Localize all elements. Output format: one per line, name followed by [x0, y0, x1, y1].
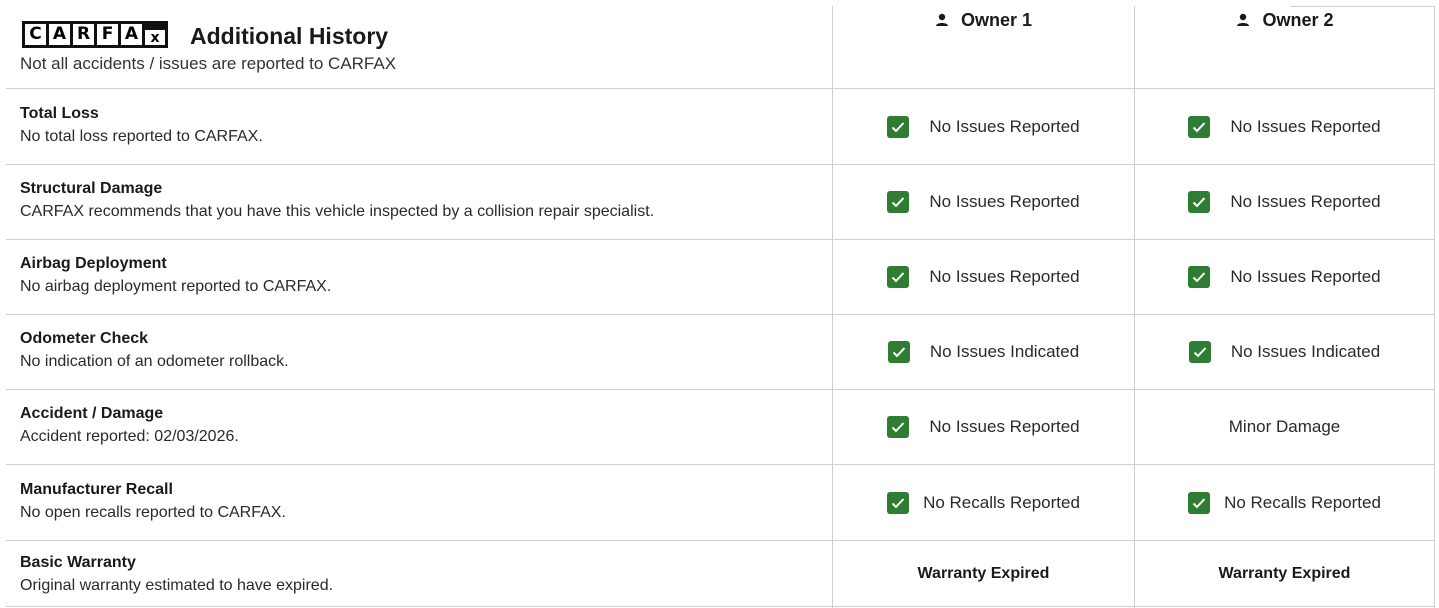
row-basic-warranty: Basic Warranty Original warranty estimat… — [20, 553, 333, 596]
status-text: No Recalls Reported — [1224, 492, 1381, 512]
page-subtitle: Not all accidents / issues are reported … — [20, 54, 397, 73]
row-title: Odometer Check — [20, 330, 149, 347]
status-cell: Warranty Expired — [1135, 541, 1434, 606]
status-text: No Issues Reported — [1230, 116, 1381, 136]
row-title: Total Loss — [20, 105, 99, 122]
row-description: No airbag deployment reported to CARFAX. — [20, 278, 332, 295]
row-manufacturer-recall: Manufacturer Recall No open recalls repo… — [20, 480, 286, 523]
status-cell: No Issues Reported — [833, 89, 1134, 164]
row-total-loss: Total Loss No total loss reported to CAR… — [20, 104, 263, 147]
logo-letter: R — [73, 24, 94, 45]
logo-letter: A — [49, 24, 70, 45]
status-cell: Minor Damage — [1135, 390, 1434, 464]
logo-letter: F — [97, 24, 118, 45]
row-description: No total loss reported to CARFAX. — [20, 128, 263, 145]
logo-letter: x — [145, 30, 165, 45]
status-text: No Issues Reported — [929, 417, 1080, 436]
status-text: No Issues Reported — [929, 267, 1080, 286]
column-divider — [1434, 6, 1435, 608]
status-cell: No Issues Reported — [833, 165, 1134, 239]
row-description: Original warranty estimated to have expi… — [20, 577, 334, 594]
status-cell: No Issues Reported — [1135, 240, 1434, 314]
logo-letter: A — [121, 24, 142, 45]
status-text: Warranty Expired — [917, 564, 1050, 582]
status-cell: No Recalls Reported — [1135, 465, 1434, 540]
status-cell: No Issues Reported — [833, 240, 1134, 314]
row-title: Manufacturer Recall — [20, 481, 173, 498]
person-icon — [1237, 13, 1250, 26]
check-icon — [887, 266, 910, 288]
check-icon — [1188, 191, 1211, 213]
owner-label: Owner 2 — [1262, 9, 1334, 30]
status-text: Minor Damage — [1228, 417, 1341, 436]
status-text: No Issues Reported — [1230, 192, 1381, 211]
check-icon — [1188, 341, 1211, 363]
brand: C A R F A x Additional History — [22, 19, 388, 50]
check-icon — [1188, 266, 1211, 288]
status-cell: Warranty Expired — [833, 541, 1134, 606]
person-icon — [935, 13, 948, 26]
row-accident-damage: Accident / Damage Accident reported: 02/… — [20, 404, 239, 447]
row-divider — [6, 606, 1434, 607]
status-cell: No Issues Indicated — [1135, 315, 1434, 389]
status-text: No Issues Reported — [1230, 267, 1381, 286]
row-title: Structural Damage — [20, 180, 163, 197]
row-title: Basic Warranty — [20, 554, 136, 571]
owner-label: Owner 1 — [960, 9, 1033, 30]
check-icon — [1188, 491, 1211, 514]
row-airbag-deployment: Airbag Deployment No airbag deployment r… — [20, 254, 331, 297]
row-description: No open recalls reported to CARFAX. — [20, 504, 286, 521]
status-text: No Issues Reported — [929, 116, 1080, 136]
row-title: Accident / Damage — [20, 405, 164, 422]
row-odometer-check: Odometer Check No indication of an odome… — [20, 329, 289, 372]
status-text: No Issues Reported — [929, 192, 1080, 211]
status-cell: No Recalls Reported — [833, 465, 1134, 540]
row-description: Accident reported: 02/03/2026. — [20, 428, 239, 445]
status-text: No Issues Indicated — [1230, 342, 1381, 361]
check-icon — [887, 115, 910, 138]
additional-history-panel: C A R F A x Additional History Not all a… — [0, 0, 1439, 608]
check-icon — [887, 416, 910, 438]
row-structural-damage: Structural Damage CARFAX recommends that… — [20, 179, 654, 222]
status-cell: No Issues Reported — [1135, 165, 1434, 239]
page-title: Additional History — [190, 23, 389, 49]
status-cell: No Issues Reported — [833, 390, 1134, 464]
check-icon — [1188, 115, 1211, 138]
status-text: No Recalls Reported — [923, 492, 1080, 512]
check-icon — [887, 191, 910, 213]
status-text: Warranty Expired — [1218, 564, 1351, 582]
status-text: No Issues Indicated — [929, 342, 1080, 361]
owner-2-header: Owner 2 — [1135, 6, 1435, 34]
row-title: Airbag Deployment — [20, 255, 167, 272]
owner-1-header: Owner 1 — [833, 6, 1134, 34]
check-icon — [887, 491, 910, 514]
logo-letter: C — [25, 24, 46, 45]
panel-header: C A R F A x Additional History Not all a… — [0, 0, 1439, 88]
row-description: CARFAX recommends that you have this veh… — [20, 203, 655, 220]
status-cell: No Issues Indicated — [833, 315, 1134, 389]
carfax-logo: C A R F A x — [22, 21, 168, 48]
check-icon — [887, 341, 910, 363]
row-description: No indication of an odometer rollback. — [20, 353, 289, 370]
status-cell: No Issues Reported — [1135, 89, 1434, 164]
